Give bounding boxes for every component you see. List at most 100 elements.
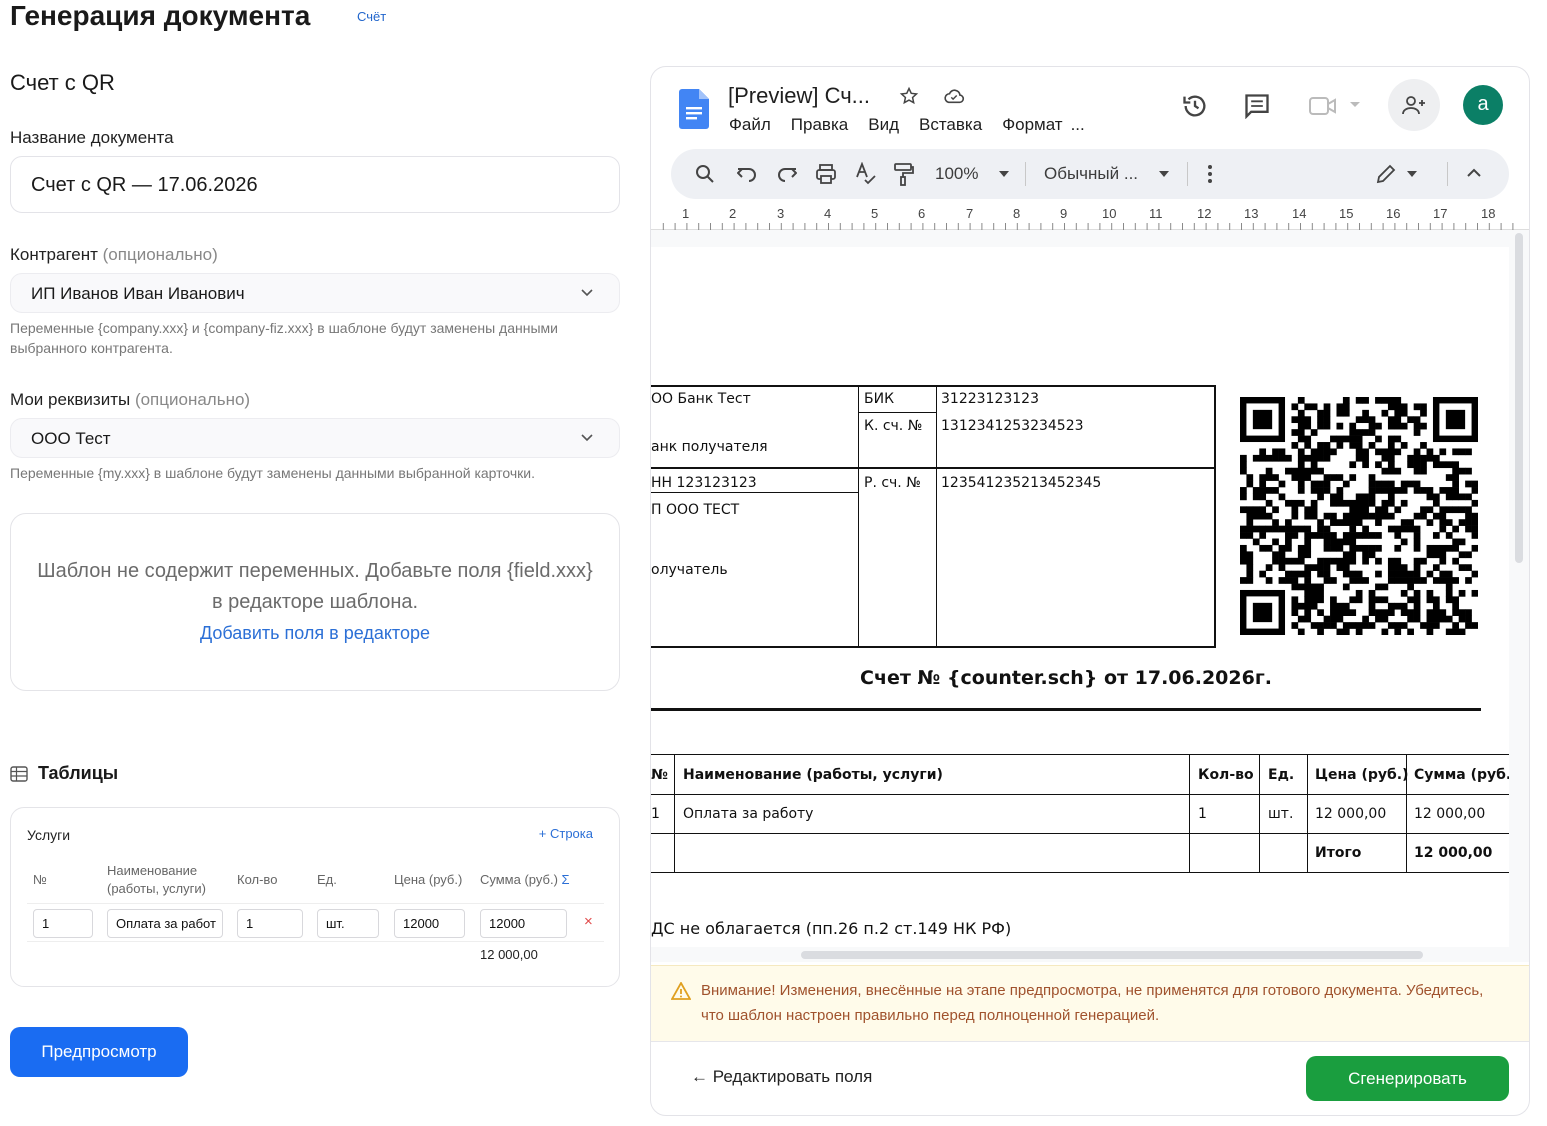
row-name-input[interactable]: Оплата за работ xyxy=(107,909,223,938)
name-label: Название документа xyxy=(10,128,174,147)
rs-value: 123541235213452345 xyxy=(941,475,1102,491)
undo-icon[interactable] xyxy=(737,165,757,183)
gdoc-menu: Файл Правка Вид Вставка Формат ... xyxy=(729,115,1085,135)
menu-more[interactable]: ... xyxy=(1071,115,1085,135)
inv-total-value: 12 000,00 xyxy=(1414,845,1493,861)
vertical-scrollbar[interactable] xyxy=(1515,233,1523,563)
inv-row-unit: шт. xyxy=(1268,806,1294,822)
contractor-select[interactable]: ИП Иванов Иван Иванович xyxy=(10,273,620,313)
tables-heading: Таблицы xyxy=(10,763,118,784)
chevron-down-icon xyxy=(581,289,593,297)
requisites-optional: (опционально) xyxy=(134,390,251,409)
bank-label: анк получателя xyxy=(651,439,768,455)
inv-row-num: 1 xyxy=(651,806,660,822)
add-person-icon xyxy=(1402,96,1425,115)
preview-button[interactable]: Предпросмотр xyxy=(10,1027,188,1077)
no-variables-text: Шаблон не содержит переменных. Добавьте … xyxy=(37,560,593,613)
inv-th-num: № xyxy=(651,767,668,783)
menu-view[interactable]: Вид xyxy=(868,115,899,135)
redo-icon[interactable] xyxy=(777,165,797,183)
menu-edit[interactable]: Правка xyxy=(791,115,848,135)
video-icon[interactable] xyxy=(1309,95,1339,117)
services-title: Услуги xyxy=(27,827,71,843)
horizontal-scrollbar[interactable] xyxy=(801,951,1423,959)
row-price-input[interactable]: 12000 xyxy=(394,909,465,938)
cloud-icon[interactable] xyxy=(943,87,965,105)
style-select[interactable]: Обычный ... xyxy=(1044,164,1138,184)
row-divider xyxy=(27,941,604,942)
zoom-select[interactable]: 100% xyxy=(935,164,978,184)
no-variables-box: Шаблон не содержит переменных. Добавьте … xyxy=(10,513,620,691)
gdoc-title[interactable]: [Preview] Сч... xyxy=(728,83,870,109)
caret-down-icon[interactable] xyxy=(999,171,1009,177)
video-dropdown-icon[interactable] xyxy=(1349,101,1361,109)
requisites-hint: Переменные {my.xxx} в шаблоне будут заме… xyxy=(10,465,535,481)
ks-value: 1312341253234523 xyxy=(941,418,1084,434)
star-icon[interactable] xyxy=(899,86,919,106)
google-docs-icon xyxy=(679,89,709,129)
bik-label: БИК xyxy=(864,391,895,407)
more-vert-icon[interactable] xyxy=(1207,164,1213,184)
toolbar-divider xyxy=(1447,162,1448,186)
bik-value: 31223123123 xyxy=(941,391,1039,407)
contractor-hint: Переменные {company.xxx} и {company-fiz.… xyxy=(10,320,558,356)
sigma-icon[interactable]: Σ xyxy=(562,872,570,887)
inv-th-name: Наименование (работы, услуги) xyxy=(683,767,943,783)
ruler-ticks xyxy=(661,218,1521,230)
edit-fields-link[interactable]: ← Редактировать поля xyxy=(691,1067,872,1087)
inv-th-price: Цена (руб.) xyxy=(1315,767,1409,783)
menu-format[interactable]: Формат xyxy=(1002,115,1062,135)
caret-down-icon[interactable] xyxy=(1407,171,1417,177)
doc-type-badge: Счёт xyxy=(357,9,387,24)
header-divider xyxy=(27,903,604,904)
requisites-select[interactable]: ООО Тест xyxy=(10,418,620,458)
ruler: 1 2 3 4 5 6 7 8 9 10 11 12 13 14 15 16 1… xyxy=(651,204,1529,230)
inv-row-name: Оплата за работу xyxy=(683,806,814,822)
row-sum-input[interactable]: 12000 xyxy=(480,909,567,938)
row-num-input[interactable]: 1 xyxy=(33,909,93,938)
bank-name: ОО Банк Тест xyxy=(651,391,751,407)
inv-row-qty: 1 xyxy=(1198,806,1207,822)
warning-text: Внимание! Изменения, внесённые на этапе … xyxy=(701,982,1484,1024)
recipient-label: олучатель xyxy=(651,562,728,578)
avatar[interactable]: a xyxy=(1463,85,1503,125)
inv-row-price: 12 000,00 xyxy=(1315,806,1387,822)
warning-banner: Внимание! Изменения, внесённые на этапе … xyxy=(651,965,1529,1041)
comment-icon[interactable] xyxy=(1243,93,1271,119)
search-icon[interactable] xyxy=(695,164,715,184)
document-name-input[interactable]: Счет с QR — 17.06.2026 xyxy=(10,156,620,213)
delete-row-icon[interactable]: × xyxy=(584,913,593,930)
inv-total-label: Итого xyxy=(1315,845,1362,861)
chevron-up-icon[interactable] xyxy=(1467,168,1481,178)
add-fields-link[interactable]: Добавить поля в редакторе xyxy=(200,623,430,644)
spellcheck-icon[interactable] xyxy=(855,162,877,186)
qr-code xyxy=(1240,397,1478,635)
col-header-price: Цена (руб.) xyxy=(394,872,463,887)
menu-insert[interactable]: Вставка xyxy=(919,115,982,135)
caret-down-icon[interactable] xyxy=(1159,171,1169,177)
sum-total: 12 000,00 xyxy=(480,947,538,962)
inv-th-unit: Ед. xyxy=(1268,767,1295,783)
tables-heading-text: Таблицы xyxy=(38,763,119,783)
chevron-down-icon xyxy=(581,434,593,442)
toolbar-divider xyxy=(1187,162,1188,186)
col-header-sum-text: Сумма (руб.) xyxy=(480,872,558,887)
requisites-value: ООО Тест xyxy=(31,429,111,448)
history-icon[interactable] xyxy=(1181,92,1209,120)
col-header-qty: Кол-во xyxy=(237,872,278,887)
invoice-page: ОО Банк Тест анк получателя БИК 31223123… xyxy=(651,247,1509,947)
share-button[interactable] xyxy=(1388,79,1440,131)
menu-file[interactable]: Файл xyxy=(729,115,771,135)
warning-icon xyxy=(671,982,691,1000)
row-qty-input[interactable]: 1 xyxy=(237,909,303,938)
generate-button[interactable]: Сгенерировать xyxy=(1306,1056,1509,1101)
inv-th-sum: Сумма (руб.) xyxy=(1414,767,1509,783)
add-row-button[interactable]: + Строка xyxy=(539,826,593,841)
row-unit-input[interactable]: шт. xyxy=(317,909,379,938)
inv-row-sum: 12 000,00 xyxy=(1414,806,1486,822)
page-title: Генерация документа xyxy=(10,0,311,31)
inn: НН 123123123 xyxy=(651,475,757,491)
paint-format-icon[interactable] xyxy=(893,162,915,186)
edit-pencil-icon[interactable] xyxy=(1375,163,1397,185)
print-icon[interactable] xyxy=(815,163,837,185)
